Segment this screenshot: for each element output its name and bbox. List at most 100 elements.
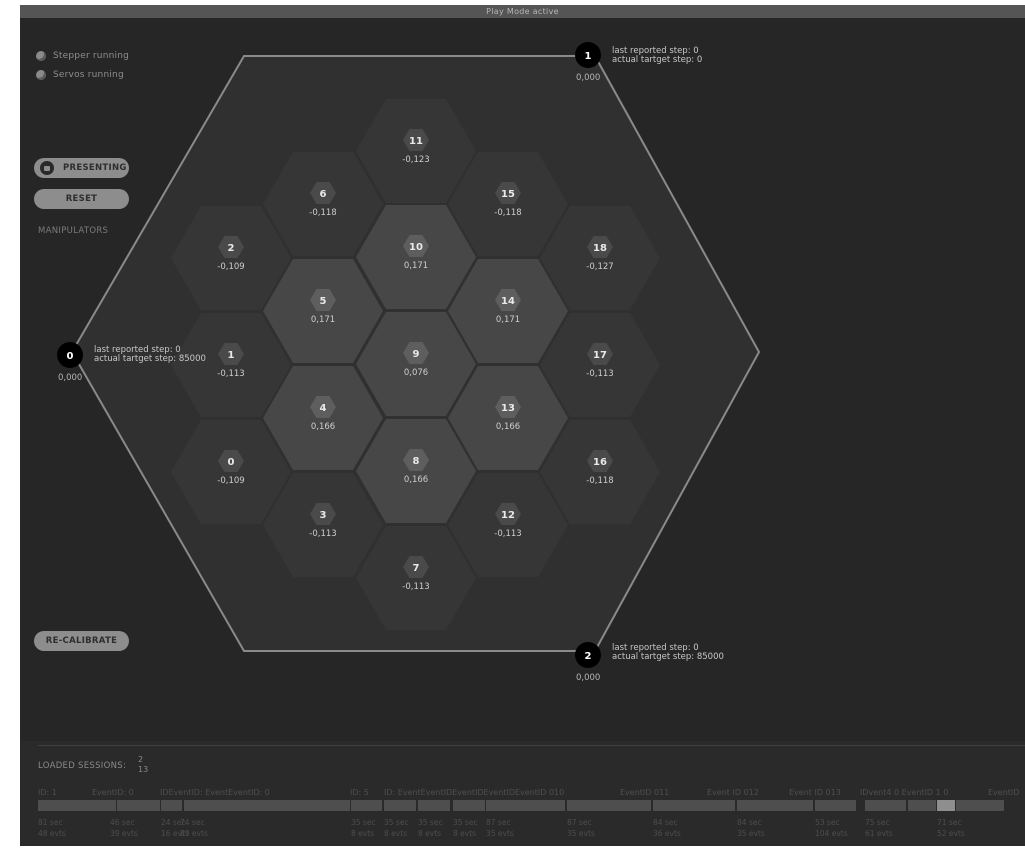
hex-value: -0,127 xyxy=(586,262,613,272)
actuator-1[interactable]: 10,000last reported step: 0actual tartge… xyxy=(575,42,702,83)
session-duration: 71 sec xyxy=(937,818,962,827)
hex-value: 0,171 xyxy=(404,261,428,271)
hex-value: -0,113 xyxy=(217,369,244,379)
session-bar[interactable] xyxy=(653,800,735,811)
session-event-count: 35 evts xyxy=(486,829,514,838)
hex-value: 0,166 xyxy=(496,422,520,432)
hex-id: 7 xyxy=(413,563,420,574)
event-id-label: Event ID 013 xyxy=(789,788,841,797)
session-duration: 46 sec xyxy=(110,818,135,827)
event-id-label: Event ID 012 xyxy=(707,788,759,797)
session-bar[interactable] xyxy=(486,800,565,811)
session-event-count: 39 evts xyxy=(110,829,138,838)
hex-value: -0,113 xyxy=(586,369,613,379)
hex-value: 0,171 xyxy=(496,315,520,325)
session-duration: 35 sec xyxy=(453,818,478,827)
session-event-count: 8 evts xyxy=(384,829,408,838)
session-duration: 53 sec xyxy=(815,818,840,827)
hex-id: 13 xyxy=(501,403,515,414)
actual-target-step: actual tartget step: 0 xyxy=(612,55,702,65)
hex-id: 9 xyxy=(413,349,420,360)
session-bar[interactable] xyxy=(384,800,416,811)
session-bar[interactable] xyxy=(815,800,856,811)
hex-id: 11 xyxy=(409,136,423,147)
event-id-label: EventID 011 xyxy=(620,788,670,797)
hex-id: 18 xyxy=(593,243,607,254)
hex-id: 12 xyxy=(501,510,515,521)
hex-value: -0,118 xyxy=(586,476,613,486)
hex-id: 0 xyxy=(228,457,235,468)
session-duration: 75 sec xyxy=(865,818,890,827)
session-event-count: 61 evts xyxy=(865,829,893,838)
event-id-label: ID: EventEventIDEventIDEventIDEventID 01… xyxy=(384,788,565,797)
session-bar[interactable] xyxy=(453,800,485,811)
session-event-count: 48 evts xyxy=(38,829,66,838)
session-bar[interactable] xyxy=(567,800,651,811)
hex-value: -0,109 xyxy=(217,262,244,272)
session-event-count: 35 evts xyxy=(567,829,595,838)
hex-id: 4 xyxy=(320,403,327,414)
hex-id: 14 xyxy=(501,296,515,307)
actuator-value: 0,000 xyxy=(576,73,600,83)
actuator-2[interactable]: 20,000last reported step: 0actual tartge… xyxy=(575,642,724,683)
hex-id: 17 xyxy=(593,350,607,361)
session-bar[interactable] xyxy=(184,800,350,811)
loaded-sessions-value-1: 2 xyxy=(138,755,144,764)
hex-id: 3 xyxy=(320,510,327,521)
hex-id: 15 xyxy=(501,189,515,200)
hex-value: 0,166 xyxy=(404,475,428,485)
session-duration: 87 sec xyxy=(567,818,592,827)
hex-id: 1 xyxy=(228,350,235,361)
session-event-count: 8 evts xyxy=(351,829,375,838)
loaded-sessions-label: LOADED SESSIONS: xyxy=(38,761,127,771)
hex-value: -0,113 xyxy=(494,529,521,539)
hex-value: -0,113 xyxy=(309,529,336,539)
session-duration: 74 sec xyxy=(180,818,205,827)
session-event-count: 8 evts xyxy=(453,829,477,838)
hex-value: 0,076 xyxy=(404,368,428,378)
session-duration: 35 sec xyxy=(384,818,409,827)
session-event-count: 89 evts xyxy=(180,829,208,838)
session-bar[interactable] xyxy=(737,800,813,811)
actuator-id: 0 xyxy=(67,351,74,362)
event-id-label: ID: 1 xyxy=(38,788,57,797)
session-bar[interactable] xyxy=(908,800,936,811)
session-event-count: 35 evts xyxy=(737,829,765,838)
session-bar[interactable] xyxy=(418,800,450,811)
session-bar[interactable] xyxy=(117,800,160,811)
session-duration: 81 sec xyxy=(38,818,63,827)
session-bar[interactable] xyxy=(38,800,116,811)
session-event-count: 8 evts xyxy=(418,829,442,838)
session-bar[interactable] xyxy=(161,800,182,811)
session-event-count: 36 evts xyxy=(653,829,681,838)
event-id-label: EventID xyxy=(988,788,1020,797)
sessions-divider xyxy=(38,745,1025,746)
sessions-panel: LOADED SESSIONS: 2 13 ID: 1 EventID: 0 IDE… xyxy=(20,741,1025,846)
actuator-value: 0,000 xyxy=(58,373,82,383)
hex-id: 2 xyxy=(228,243,235,254)
session-duration: 84 sec xyxy=(653,818,678,827)
session-bar[interactable] xyxy=(956,800,1004,811)
hex-id: 10 xyxy=(409,242,423,253)
hex-id: 8 xyxy=(413,456,420,467)
session-duration: 35 sec xyxy=(351,818,376,827)
session-bar[interactable] xyxy=(351,800,382,811)
actuator-value: 0,000 xyxy=(576,673,600,683)
hex-value: -0,109 xyxy=(217,476,244,486)
actuator-id: 2 xyxy=(585,651,592,662)
event-id-label: EventID: 0 xyxy=(92,788,134,797)
actuator-id: 1 xyxy=(585,51,592,62)
hex-id: 5 xyxy=(320,296,327,307)
session-bar[interactable] xyxy=(865,800,906,811)
app-window: Play Mode active Stepper running Servos … xyxy=(20,5,1025,846)
event-id-label: IDEventID: EventEventID: 0 xyxy=(160,788,270,797)
session-bar-selected[interactable] xyxy=(937,800,955,811)
hex-value: -0,118 xyxy=(309,208,336,218)
session-event-count: 104 evts xyxy=(815,829,848,838)
event-id-label: ID: 5 xyxy=(350,788,369,797)
session-duration: 87 sec xyxy=(486,818,511,827)
actual-target-step: actual tartget step: 85000 xyxy=(612,652,724,662)
hex-id: 16 xyxy=(593,457,607,468)
loaded-sessions-value-2: 13 xyxy=(138,765,149,774)
event-id-label: IDvent4 0 EventID 1 0 xyxy=(860,788,949,797)
